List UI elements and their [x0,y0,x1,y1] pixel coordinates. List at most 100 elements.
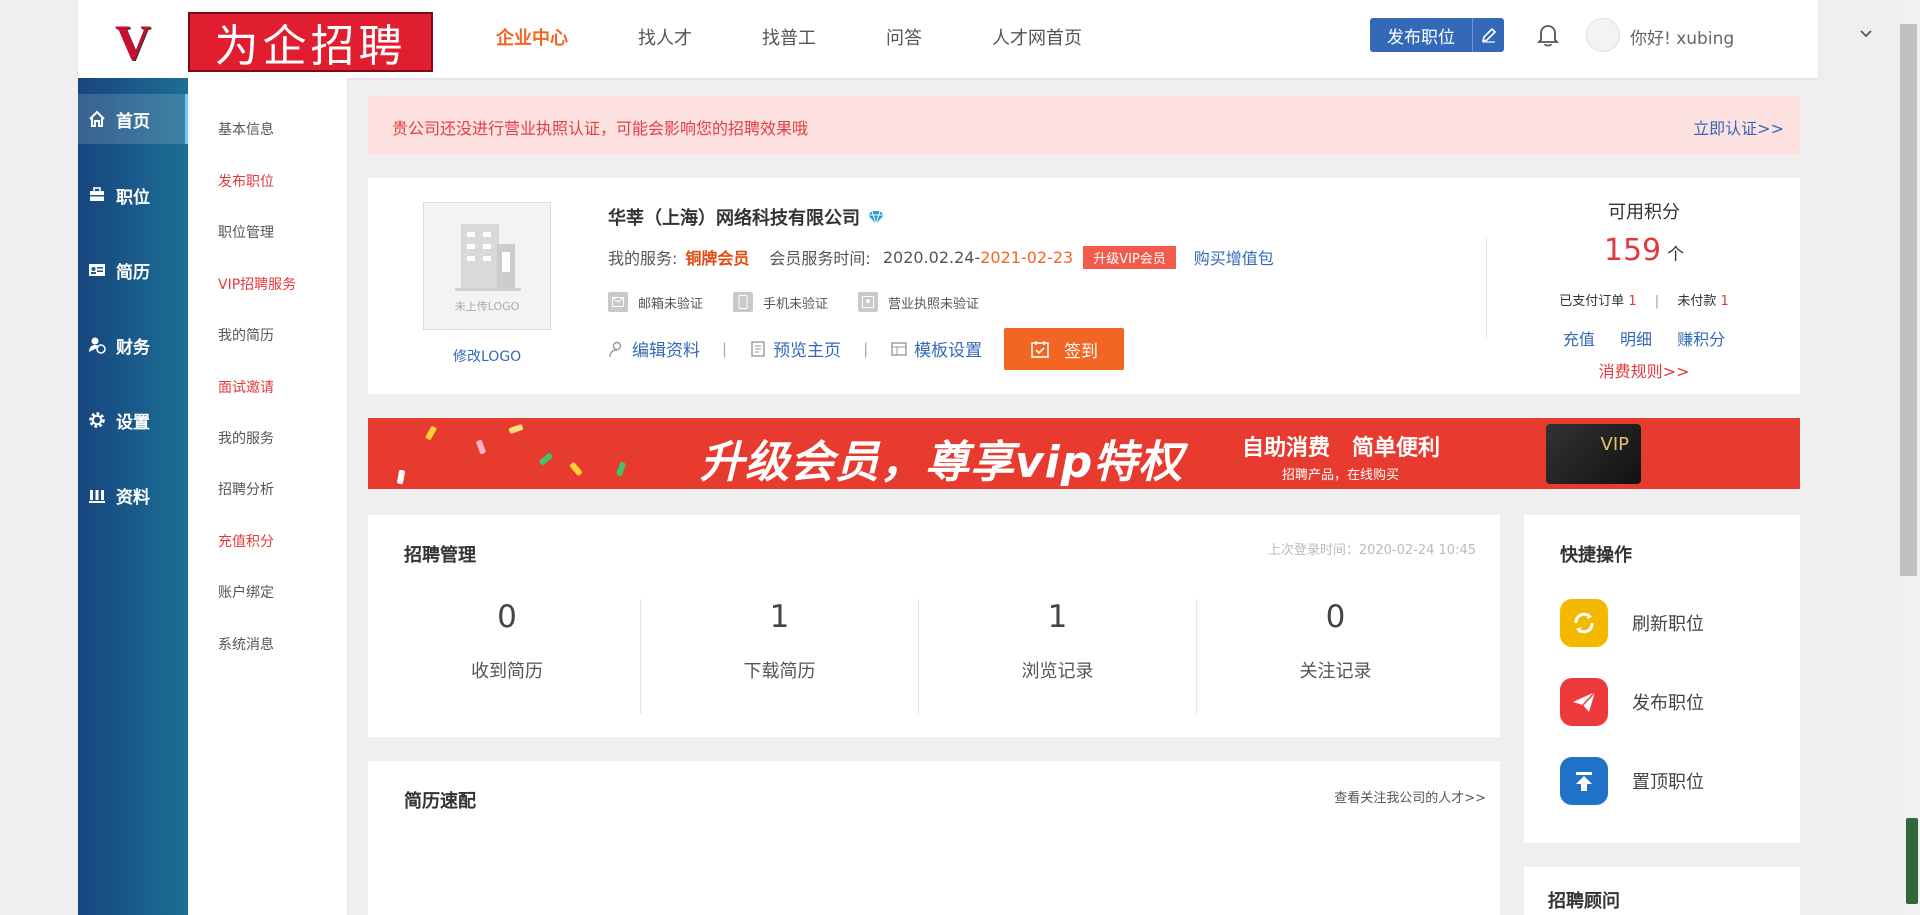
stat-received-resumes[interactable]: 0 收到简历 [368,599,646,714]
sign-in-button[interactable]: 签到 [1004,328,1124,370]
vip-card-image: VIP [1546,424,1641,484]
earn-points-link[interactable]: 赚积分 [1677,330,1725,349]
confetti [396,469,406,485]
stat-downloaded-resumes[interactable]: 1 下载简历 [640,599,918,714]
pin-job-action[interactable]: 置顶职位 [1560,757,1704,805]
stat-browse-records[interactable]: 1 浏览记录 [918,599,1196,714]
unpaid-orders[interactable]: 未付款 1 [1677,294,1728,309]
license-verify[interactable]: 营业执照未验证 [858,292,979,312]
user-greeting[interactable]: 你好! xubing [1630,24,1734,49]
alert-message: 贵公司还没进行营业执照认证，可能会影响您的招聘效果哦 [392,119,809,138]
email-verify[interactable]: 邮箱未验证 [608,292,703,312]
home-icon [89,110,105,127]
edit-logo-link[interactable]: 修改LOGO [453,346,521,366]
nav-qa[interactable]: 问答 [886,0,922,78]
diamond-icon [868,210,884,225]
subnav-basic-info[interactable]: 基本信息 [218,119,274,139]
avatar[interactable] [1586,18,1620,52]
banner-slogan: 自助消费 简单便利 [1242,436,1441,461]
company-logo: 未上传LOGO [423,202,551,330]
nav-find-talent[interactable]: 找人才 [638,0,692,78]
company-name: 华莘（上海）网络科技有限公司 [608,204,886,230]
chevron-down-icon[interactable] [1858,26,1874,42]
subnav-recruit-analytics[interactable]: 招聘分析 [218,479,274,499]
unpaid-orders-count: 1 [1720,294,1729,309]
stat-value: 1 [1047,599,1068,635]
phone-verify[interactable]: 手机未验证 [733,292,828,312]
template-settings-link[interactable]: 模板设置 [890,336,982,361]
consumption-rules-link[interactable]: 消费规则>> [1488,358,1800,382]
points-title: 可用积分 [1608,202,1680,223]
edit-profile-link[interactable]: 编辑资料 [608,336,700,361]
pin-top-icon [1560,757,1608,805]
side-widget[interactable] [1906,818,1918,904]
company-links: 编辑资料 | 预览主页 | 模板设置 [608,336,982,361]
link-separator: | [722,339,728,358]
preview-home-label: 预览主页 [773,341,842,361]
quick-action-label: 刷新职位 [1632,614,1704,635]
document-icon [751,340,765,357]
subnav-interview-invites[interactable]: 面试邀请 [218,377,274,397]
order-separator: | [1654,294,1660,309]
logo-text: 为企招聘 [188,12,433,72]
paper-plane-icon [1560,678,1608,726]
nav-talent-home[interactable]: 人才网首页 [992,0,1082,78]
nav-find-workers[interactable]: 找普工 [762,0,816,78]
rail-item-home[interactable]: 首页 [78,94,188,144]
company-card: 未上传LOGO 修改LOGO 华莘（上海）网络科技有限公司 我的服务: 铜牌会员… [368,178,1800,394]
service-label: 我的服务: [608,249,678,268]
subnav-recharge-points[interactable]: 充值积分 [218,531,274,551]
post-job-action[interactable]: 发布职位 [1560,678,1704,726]
subnav-system-messages[interactable]: 系统消息 [218,634,274,654]
points-actions: 充值 明细 赚积分 [1488,326,1800,350]
scrollbar-thumb[interactable] [1900,24,1917,576]
bell-icon[interactable] [1534,21,1562,49]
points-panel: 可用积分 159 个 已支付订单 1 | 未付款 1 充值 明细 赚积分 消费规则… [1488,178,1800,394]
subnav-post-job[interactable]: 发布职位 [218,171,274,191]
rail-item-finance[interactable]: 财务 [78,320,188,370]
subnav-my-services[interactable]: 我的服务 [218,428,274,448]
details-link[interactable]: 明细 [1620,330,1652,349]
confetti [569,461,583,477]
upgrade-vip-button[interactable]: 升级VIP会员 [1083,245,1176,269]
paid-orders-count: 1 [1628,294,1637,309]
refresh-jobs-action[interactable]: 刷新职位 [1560,599,1704,647]
buy-package-link[interactable]: 购买增值包 [1194,245,1274,269]
subnav-account-binding[interactable]: 账户绑定 [218,582,274,602]
preview-home-link[interactable]: 预览主页 [749,336,841,361]
subnav-my-resumes[interactable]: 我的简历 [218,325,274,345]
points-number: 159 [1603,233,1662,268]
recruit-advisor-card: 招聘顾问 [1524,867,1800,915]
period-label: 会员服务时间: [769,249,871,268]
rail-item-settings[interactable]: 设置 [78,395,188,445]
subnav-vip-service[interactable]: VIP招聘服务 [218,274,296,294]
page-scrollbar[interactable] [1898,0,1920,915]
paid-orders[interactable]: 已支付订单 1 [1559,294,1636,309]
email-verify-label: 邮箱未验证 [638,296,704,312]
post-job-button[interactable]: 发布职位 [1370,18,1504,52]
points-unit: 个 [1667,245,1685,265]
period-end: 2021-02-23 [980,247,1074,267]
rail-item-label: 首页 [116,111,150,132]
rail-item-profile[interactable]: 资料 [78,470,188,520]
confetti [538,452,554,466]
vip-banner[interactable]: 升级会员，尊享vip特权 自助消费 简单便利 招聘产品，在线购买 VIP [368,418,1800,489]
phone-icon [733,292,754,312]
view-followers-link[interactable]: 查看关注我公司的人才>> [1334,787,1486,806]
briefcase-icon [90,187,104,201]
rail-item-jobs[interactable]: 职位 [78,170,188,220]
stat-follow-records[interactable]: 0 关注记录 [1196,599,1474,714]
site-logo[interactable]: V 为企招聘 [105,12,481,72]
stat-label: 关注记录 [1299,661,1372,682]
banner-headline: 升级会员，尊享vip特权 [700,437,1184,488]
verify-now-link[interactable]: 立即认证>> [1693,115,1784,139]
logo-letter: V [114,14,152,70]
subnav-job-management[interactable]: 职位管理 [218,222,274,242]
nav-enterprise-center[interactable]: 企业中心 [496,0,568,78]
top-header: V 为企招聘 企业中心 找人才 找普工 问答 人才网首页 发布职位 你好! xu… [78,0,1872,78]
rail-item-resumes[interactable]: 简历 [78,245,188,295]
id-card-icon [89,264,105,276]
recharge-link[interactable]: 充值 [1563,330,1595,349]
divider [1486,238,1487,338]
stat-label: 下载简历 [743,661,816,682]
